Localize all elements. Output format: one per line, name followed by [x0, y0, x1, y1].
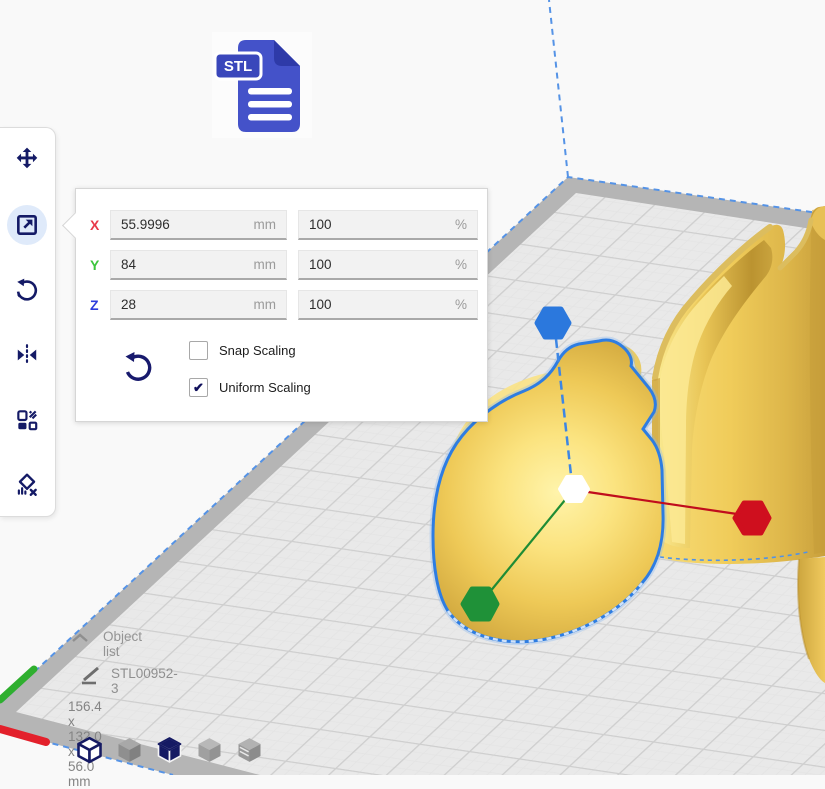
move-icon — [14, 146, 40, 172]
snap-scaling-checkbox[interactable] — [189, 341, 208, 360]
scale-handle-z[interactable] — [537, 309, 569, 337]
uniform-scaling-checkbox[interactable]: ✔ — [189, 378, 208, 397]
camera-view-bar — [73, 733, 266, 767]
support-blocker-icon — [14, 472, 40, 498]
scale-z-mm-input[interactable]: 28 mm — [110, 290, 287, 320]
rotate-icon — [14, 277, 40, 303]
snap-scaling-label: Snap Scaling — [219, 343, 296, 358]
scale-x-mm-value: 55.9996 — [121, 217, 170, 232]
axis-label-z: Z — [90, 297, 110, 313]
edit-icon — [78, 664, 104, 691]
cube-top-icon — [153, 733, 186, 767]
scale-z-mm-unit: mm — [254, 297, 277, 312]
tool-sidebar — [0, 127, 56, 517]
object-list-collapse-button[interactable] — [71, 632, 89, 647]
mirror-icon — [14, 342, 40, 368]
view-3d-button[interactable] — [73, 733, 106, 767]
scale-x-mm-input[interactable]: 55.9996 mm — [110, 210, 287, 240]
scale-tool-button[interactable] — [7, 205, 47, 245]
scale-y-mm-value: 84 — [121, 257, 136, 272]
scale-panel: X 55.9996 mm 100 % Y 84 mm 100 % Z 28 mm… — [75, 188, 488, 422]
scale-z-percent-unit: % — [455, 297, 467, 312]
scale-x-percent-value: 100 — [309, 217, 332, 232]
view-right-button[interactable] — [233, 733, 266, 767]
object-list-item[interactable]: STL00952-3 — [111, 666, 178, 696]
cube-right-icon — [233, 733, 266, 767]
stl-badge-label: STL — [224, 58, 252, 75]
uniform-scaling-label: Uniform Scaling — [219, 380, 311, 395]
scale-z-percent-input[interactable]: 100 % — [298, 290, 478, 320]
view-top-button[interactable] — [153, 733, 186, 767]
scale-y-percent-unit: % — [455, 257, 467, 272]
view-left-button[interactable] — [193, 733, 226, 767]
object-list-title: Object list — [103, 629, 142, 659]
reset-icon — [122, 351, 154, 385]
support-blocker-button[interactable] — [7, 465, 47, 505]
scale-x-percent-input[interactable]: 100 % — [298, 210, 478, 240]
scale-handle-center[interactable] — [560, 477, 588, 501]
axis-label-y: Y — [90, 257, 110, 273]
cube-front-icon — [113, 733, 146, 767]
rotate-tool-button[interactable] — [7, 270, 47, 310]
scale-y-percent-value: 100 — [309, 257, 332, 272]
per-model-settings-button[interactable] — [7, 400, 47, 440]
cube-3d-icon — [73, 733, 106, 767]
scale-icon — [14, 212, 40, 238]
cube-left-icon — [193, 733, 226, 767]
move-tool-button[interactable] — [7, 139, 47, 179]
scale-x-percent-unit: % — [455, 217, 467, 232]
axis-label-x: X — [90, 217, 110, 233]
scale-z-percent-value: 100 — [309, 297, 332, 312]
view-front-button[interactable] — [113, 733, 146, 767]
reset-scale-button[interactable] — [122, 351, 154, 385]
snap-scaling-checkbox-row[interactable]: Snap Scaling — [189, 341, 296, 360]
scale-y-mm-input[interactable]: 84 mm — [110, 250, 287, 280]
scale-handle-y[interactable] — [463, 589, 497, 619]
scale-z-mm-value: 28 — [121, 297, 136, 312]
uniform-scaling-checkbox-row[interactable]: ✔ Uniform Scaling — [189, 378, 311, 397]
chevron-up-icon — [71, 632, 89, 644]
scale-x-mm-unit: mm — [254, 217, 277, 232]
mirror-tool-button[interactable] — [7, 335, 47, 375]
scale-y-percent-input[interactable]: 100 % — [298, 250, 478, 280]
per-model-settings-icon — [14, 407, 40, 433]
uniform-check-mark: ✔ — [193, 381, 204, 394]
scale-handle-x[interactable] — [735, 503, 769, 533]
scale-y-mm-unit: mm — [254, 257, 277, 272]
stl-file-icon: STL — [212, 32, 312, 138]
